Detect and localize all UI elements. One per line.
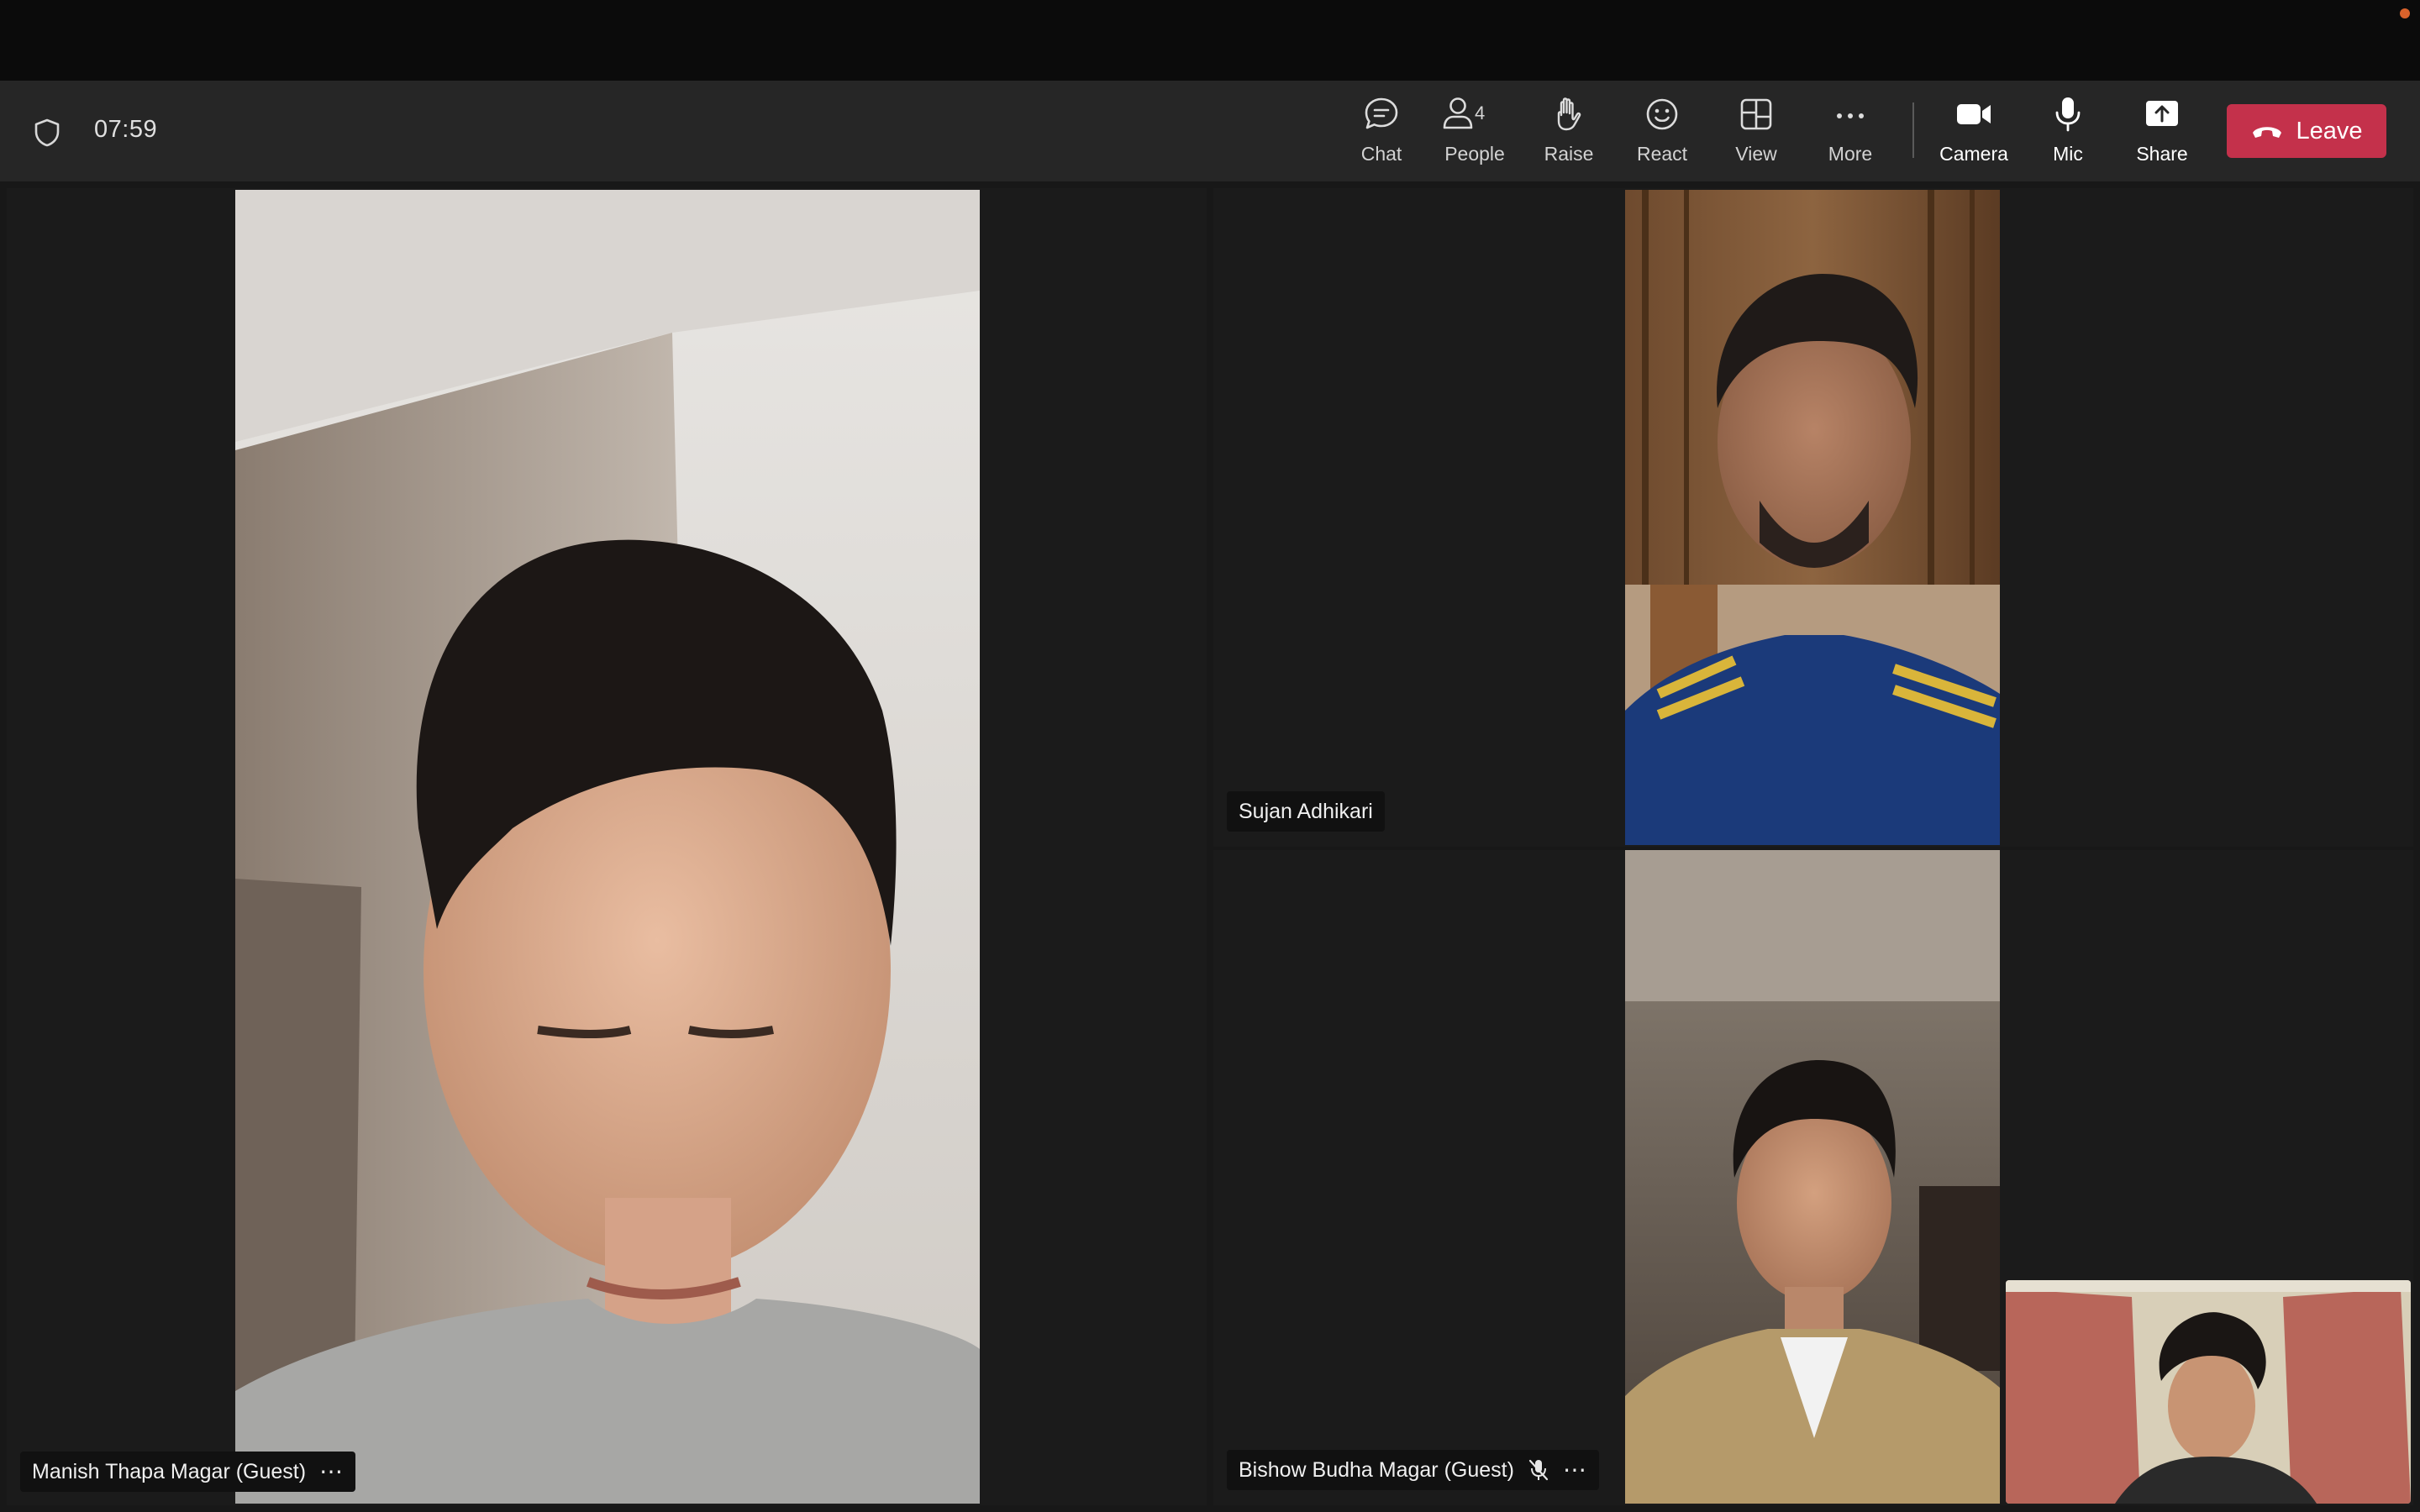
chat-label: Chat xyxy=(1360,143,1402,165)
chat-button[interactable]: Chat xyxy=(1335,94,1428,171)
react-icon xyxy=(1642,94,1682,134)
more-label: More xyxy=(1828,143,1873,165)
people-label: People xyxy=(1444,143,1505,165)
share-icon xyxy=(2142,94,2182,134)
leave-label: Leave xyxy=(2296,117,2363,144)
mic-icon xyxy=(2048,94,2088,134)
raise-hand-icon xyxy=(1549,94,1589,134)
camera-icon xyxy=(1954,94,1994,134)
participant-video xyxy=(1625,850,2000,1504)
camera-label: Camera xyxy=(1939,143,2008,165)
camera-button[interactable]: Camera xyxy=(1928,94,2020,171)
participant-name: Manish Thapa Magar (Guest) xyxy=(32,1459,307,1483)
view-label: View xyxy=(1735,143,1777,165)
more-icon xyxy=(1830,94,1870,134)
view-icon xyxy=(1736,94,1776,134)
meeting-timer: 07:59 xyxy=(94,116,158,143)
raise-hand-button[interactable]: Raise xyxy=(1523,94,1615,171)
people-button[interactable]: 4 People xyxy=(1428,94,1521,171)
participant-name: Sujan Adhikari xyxy=(1239,799,1373,823)
share-label: Share xyxy=(2136,143,2188,165)
participant-name: Bishow Budha Magar (Guest) xyxy=(1239,1457,1514,1482)
recording-indicator xyxy=(2400,8,2410,18)
react-button[interactable]: React xyxy=(1616,94,1708,171)
shield-icon[interactable] xyxy=(32,118,62,148)
participant-more-options[interactable]: ⋯ xyxy=(319,1460,344,1483)
raise-label: Raise xyxy=(1544,143,1594,165)
participant-tile[interactable]: Manish Thapa Magar (Guest) ⋯ xyxy=(7,188,1207,1505)
chat-icon xyxy=(1361,94,1402,134)
toolbar-divider xyxy=(1912,102,1914,158)
view-button[interactable]: View xyxy=(1710,94,1802,171)
leave-button[interactable]: Leave xyxy=(2227,104,2386,158)
participant-name-tag: Bishow Budha Magar (Guest) ⋯ xyxy=(1227,1450,1599,1490)
participant-tile[interactable]: Sujan Adhikari xyxy=(1213,188,2413,847)
participant-video xyxy=(1625,190,2000,845)
share-button[interactable]: Share xyxy=(2116,94,2208,171)
participant-name-tag: Manish Thapa Magar (Guest) ⋯ xyxy=(20,1452,356,1492)
title-bar xyxy=(0,0,2420,81)
more-button[interactable]: More xyxy=(1804,94,1897,171)
participant-name-tag: Sujan Adhikari xyxy=(1227,791,1385,832)
mic-button[interactable]: Mic xyxy=(2022,94,2114,171)
people-icon: 4 xyxy=(1441,94,1508,134)
mic-off-icon xyxy=(1528,1458,1549,1482)
participant-more-options[interactable]: ⋯ xyxy=(1563,1458,1587,1482)
react-label: React xyxy=(1636,143,1688,165)
participant-video xyxy=(235,190,980,1504)
self-view-video[interactable] xyxy=(2006,1280,2411,1504)
people-count: 4 xyxy=(1475,102,1486,123)
mic-label: Mic xyxy=(2053,143,2083,165)
phone-hangup-icon xyxy=(2250,122,2284,140)
